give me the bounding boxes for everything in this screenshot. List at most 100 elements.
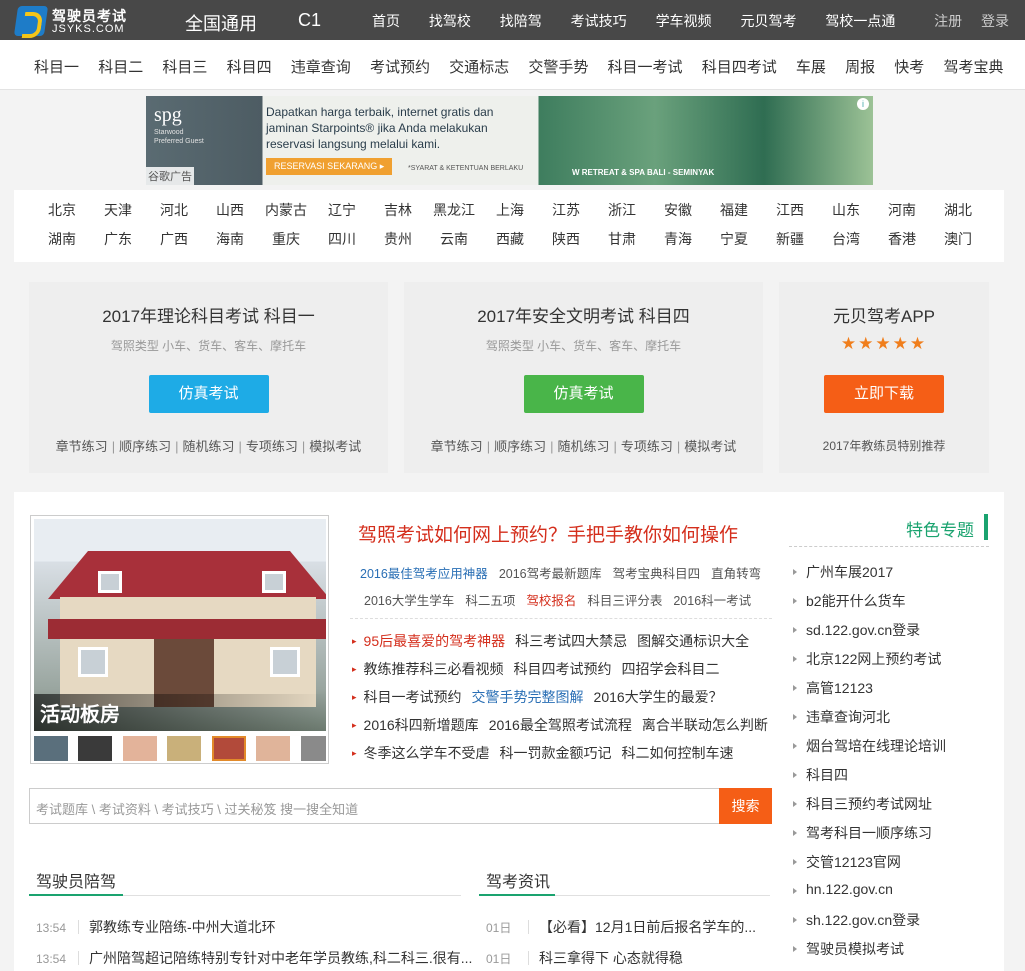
- province-link[interactable]: 河北: [146, 200, 202, 220]
- region-selector[interactable]: 全国通用: [185, 10, 257, 36]
- search-input[interactable]: 考试题库 \ 考试资料 \ 考试技巧 \ 过关秘笈 搜一搜全知道: [36, 799, 358, 818]
- province-link[interactable]: 安徽: [650, 200, 706, 220]
- section-title-peijia[interactable]: 驾驶员陪驾: [36, 868, 116, 892]
- news-link[interactable]: 四招学会科目二: [622, 661, 720, 677]
- province-link[interactable]: 四川: [314, 229, 370, 249]
- practice-link[interactable]: 章节练习: [431, 439, 483, 454]
- feature-link[interactable]: sd.122.gov.cn登录: [790, 620, 990, 649]
- subnav-item[interactable]: 科目二: [98, 56, 143, 77]
- feature-link[interactable]: hn.122.gov.cn: [790, 881, 990, 910]
- feature-link[interactable]: 交管12123官网: [790, 852, 990, 881]
- province-link[interactable]: 澳门: [930, 229, 986, 249]
- news-link[interactable]: 科二如何控制车速: [622, 745, 734, 761]
- province-link[interactable]: 江西: [762, 200, 818, 220]
- practice-link[interactable]: 随机练习: [182, 439, 234, 454]
- tag-link[interactable]: 驾校报名: [526, 594, 576, 608]
- list-item[interactable]: 13:54 广州陪驾超记陪练特别专针对中老年学员教练,科二科三.很有...: [36, 948, 472, 968]
- province-link[interactable]: 山东: [818, 200, 874, 220]
- province-link[interactable]: 重庆: [258, 229, 314, 249]
- subnav-item[interactable]: 周报: [845, 56, 875, 77]
- thumbnail[interactable]: [256, 736, 291, 761]
- license-class-selector[interactable]: C1: [298, 10, 321, 31]
- tag-link[interactable]: 2016驾考最新题库: [499, 567, 602, 581]
- thumbnail[interactable]: [34, 736, 68, 761]
- province-link[interactable]: 浙江: [594, 200, 650, 220]
- practice-link[interactable]: 顺序练习: [494, 439, 546, 454]
- feature-link[interactable]: 违章查询河北: [790, 707, 990, 736]
- tag-link[interactable]: 科二五项: [465, 594, 515, 608]
- feature-link[interactable]: 科目三预约考试网址: [790, 794, 990, 823]
- tag-link[interactable]: 科目三评分表: [587, 594, 662, 608]
- subnav-item[interactable]: 科目三: [162, 56, 207, 77]
- feature-link[interactable]: 驾驶员模拟考试: [790, 939, 990, 968]
- ad-banner[interactable]: spg Starwood Preferred Guest Dapatkan ha…: [146, 96, 873, 185]
- login-link[interactable]: 登录: [981, 13, 1009, 29]
- subnav-item[interactable]: 驾考宝典: [943, 56, 1003, 77]
- practice-link[interactable]: 模拟考试: [309, 439, 361, 454]
- province-link[interactable]: 湖北: [930, 200, 986, 220]
- headline-link[interactable]: 驾照考试如何网上预约？手把手教你如何操作: [358, 520, 738, 547]
- subnav-item[interactable]: 科目四考试: [702, 56, 777, 77]
- ad-cta-button[interactable]: RESERVASI SEKARANG ▸: [266, 158, 393, 175]
- list-item[interactable]: 01日 【必看】12月1日前后报名学车的...: [486, 917, 756, 937]
- news-link[interactable]: 科一罚款金额巧记: [500, 745, 612, 761]
- feature-link[interactable]: 烟台驾培在线理论培训: [790, 736, 990, 765]
- thumbnail[interactable]: [122, 736, 157, 761]
- download-button[interactable]: 立即下载: [824, 375, 944, 413]
- feature-link[interactable]: 高管12123: [790, 678, 990, 707]
- simulate-exam-button[interactable]: 仿真考试: [148, 375, 269, 413]
- news-link[interactable]: 教练推荐科三必看视频: [364, 661, 504, 677]
- tag-link[interactable]: 2016大学生学车: [364, 594, 454, 608]
- province-link[interactable]: 新疆: [762, 229, 818, 249]
- subnav-item[interactable]: 交通标志: [449, 56, 509, 77]
- thumbnail[interactable]: [167, 736, 202, 761]
- province-link[interactable]: 宁夏: [706, 229, 762, 249]
- news-link[interactable]: 交警手势完整图解: [472, 689, 584, 705]
- feature-link[interactable]: b2能开什么货车: [790, 591, 990, 620]
- tag-link[interactable]: 2016最佳驾考应用神器: [360, 567, 488, 581]
- nav-jiaxiao[interactable]: 驾校一点通: [825, 11, 895, 31]
- nav-exam-tips[interactable]: 考试技巧: [571, 11, 627, 31]
- province-link[interactable]: 吉林: [370, 200, 426, 220]
- province-link[interactable]: 甘肃: [594, 229, 650, 249]
- feature-link[interactable]: 驾考科目一顺序练习: [790, 823, 990, 852]
- news-link[interactable]: 2016最全驾照考试流程: [489, 717, 632, 733]
- practice-link[interactable]: 章节练习: [56, 439, 108, 454]
- news-link[interactable]: 2016大学生的最爱？: [594, 689, 723, 705]
- site-logo[interactable]: 驾驶员考试 JSYKS.COM: [13, 4, 136, 36]
- subnav-item[interactable]: 交警手势: [528, 56, 588, 77]
- tag-link[interactable]: 直角转弯: [711, 567, 761, 581]
- practice-link[interactable]: 专项练习: [246, 439, 298, 454]
- list-item[interactable]: 13:54 郭教练专业陪练-中州大道北环: [36, 917, 276, 937]
- province-link[interactable]: 贵州: [370, 229, 426, 249]
- tag-link[interactable]: 2016科一考试: [673, 594, 751, 608]
- featured-photo[interactable]: 活动板房: [30, 515, 329, 764]
- province-link[interactable]: 香港: [874, 229, 930, 249]
- tag-link[interactable]: 驾考宝典科目四: [613, 567, 701, 581]
- list-item[interactable]: 01日 科三拿得下 心态就得稳: [486, 948, 683, 968]
- subnav-item[interactable]: 快考: [894, 56, 924, 77]
- province-link[interactable]: 广东: [90, 229, 146, 249]
- province-link[interactable]: 湖南: [34, 229, 90, 249]
- province-link[interactable]: 青海: [650, 229, 706, 249]
- feature-link[interactable]: 北京122网上预约考试: [790, 649, 990, 678]
- feature-link[interactable]: 科目四: [790, 765, 990, 794]
- simulate-exam-button[interactable]: 仿真考试: [523, 375, 644, 413]
- practice-link[interactable]: 模拟考试: [684, 439, 736, 454]
- practice-link[interactable]: 专项练习: [621, 439, 673, 454]
- province-link[interactable]: 广西: [146, 229, 202, 249]
- news-link[interactable]: 科目一考试预约: [364, 689, 462, 705]
- province-link[interactable]: 天津: [90, 200, 146, 220]
- subnav-item[interactable]: 科目一: [34, 56, 79, 77]
- province-link[interactable]: 江苏: [538, 200, 594, 220]
- thumbnail[interactable]: [300, 736, 326, 761]
- subnav-item[interactable]: 违章查询: [291, 56, 351, 77]
- news-link[interactable]: 图解交通标识大全: [637, 633, 749, 649]
- province-link[interactable]: 陕西: [538, 229, 594, 249]
- news-link[interactable]: 离合半联动怎么判断: [642, 717, 768, 733]
- province-link[interactable]: 西藏: [482, 229, 538, 249]
- province-link[interactable]: 河南: [874, 200, 930, 220]
- province-link[interactable]: 福建: [706, 200, 762, 220]
- province-link[interactable]: 山西: [202, 200, 258, 220]
- subnav-item[interactable]: 科目一考试: [608, 56, 683, 77]
